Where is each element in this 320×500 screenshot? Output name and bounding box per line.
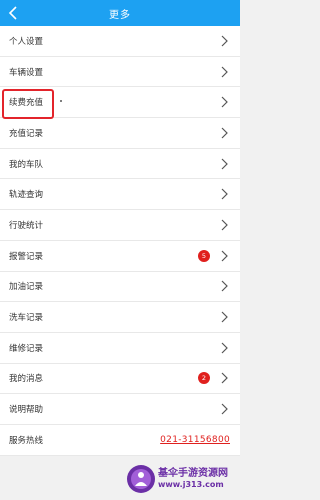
chevron-right-icon	[221, 311, 228, 323]
chevron-right-icon	[221, 219, 228, 231]
chevron-right-icon	[221, 66, 228, 77]
menu-item-label: 维修记录	[9, 343, 44, 354]
chevron-right-icon	[221, 250, 228, 262]
menu-item-label: 个人设置	[9, 36, 44, 47]
page-title: 更多	[109, 9, 131, 21]
menu-item-label: 说明帮助	[9, 405, 44, 416]
chevron-right-icon	[221, 342, 228, 354]
watermark-logo-icon	[127, 465, 155, 493]
chevron-right-icon	[221, 188, 228, 200]
hotline-label: 服务热线	[9, 435, 44, 446]
top-bar: 更多	[0, 0, 240, 26]
menu-item-repair-records[interactable]: 维修记录	[0, 333, 240, 364]
menu-item-label: 报警记录	[9, 251, 44, 262]
menu-item-renew-recharge[interactable]: 续费充值	[0, 87, 240, 119]
menu-item-my-messages[interactable]: 我的消息 2	[0, 364, 240, 395]
chevron-right-icon	[221, 35, 228, 47]
service-hotline-row: 服务热线 021-31156800	[0, 425, 240, 456]
menu-item-label: 行驶统计	[9, 220, 44, 231]
back-button[interactable]	[4, 3, 22, 23]
menu-item-track-query[interactable]: 轨迹查询	[0, 179, 240, 211]
menu-item-recharge-records[interactable]: 充值记录	[0, 118, 240, 149]
chevron-right-icon	[221, 96, 228, 108]
menu-item-label: 充值记录	[9, 128, 44, 139]
menu-item-fuel-records[interactable]: 加油记录	[0, 272, 240, 303]
site-watermark: 基伞手游资源网 www.j313.com	[126, 462, 238, 496]
chevron-right-icon	[221, 403, 228, 415]
hotline-phone-link[interactable]: 021-31156800	[160, 435, 230, 445]
menu-item-personal-settings[interactable]: 个人设置	[0, 26, 240, 57]
menu-item-label: 续费充值	[9, 98, 44, 109]
chevron-right-icon	[221, 158, 228, 170]
menu-item-driving-stats[interactable]: 行驶统计	[0, 210, 240, 241]
menu-item-label: 我的消息	[9, 374, 44, 385]
notification-badge: 5	[198, 249, 210, 262]
stray-dot	[60, 100, 62, 102]
watermark-title: 基伞手游资源网	[158, 468, 228, 479]
menu-item-my-fleet[interactable]: 我的车队	[0, 149, 240, 180]
chevron-right-icon	[221, 127, 228, 139]
chevron-right-icon	[221, 280, 228, 292]
menu-item-label: 洗车记录	[9, 313, 44, 324]
menu-item-label: 我的车队	[9, 159, 44, 170]
menu-item-alarm-records[interactable]: 报警记录 5	[0, 241, 240, 272]
chevron-left-icon	[8, 6, 17, 20]
menu-item-vehicle-settings[interactable]: 车辆设置	[0, 57, 240, 88]
chevron-right-icon	[221, 372, 228, 384]
menu-item-label: 轨迹查询	[9, 190, 44, 201]
watermark-url: www.j313.com	[158, 480, 224, 489]
settings-list: 个人设置 车辆设置 续费充值 充值记录 我的车队 轨迹查询 行驶统计 报警记录 …	[0, 26, 240, 456]
notification-badge: 2	[198, 372, 210, 385]
menu-item-label: 加油记录	[9, 282, 44, 293]
menu-item-label: 车辆设置	[9, 67, 44, 78]
menu-item-help[interactable]: 说明帮助	[0, 394, 240, 425]
menu-item-carwash-records[interactable]: 洗车记录	[0, 302, 240, 333]
